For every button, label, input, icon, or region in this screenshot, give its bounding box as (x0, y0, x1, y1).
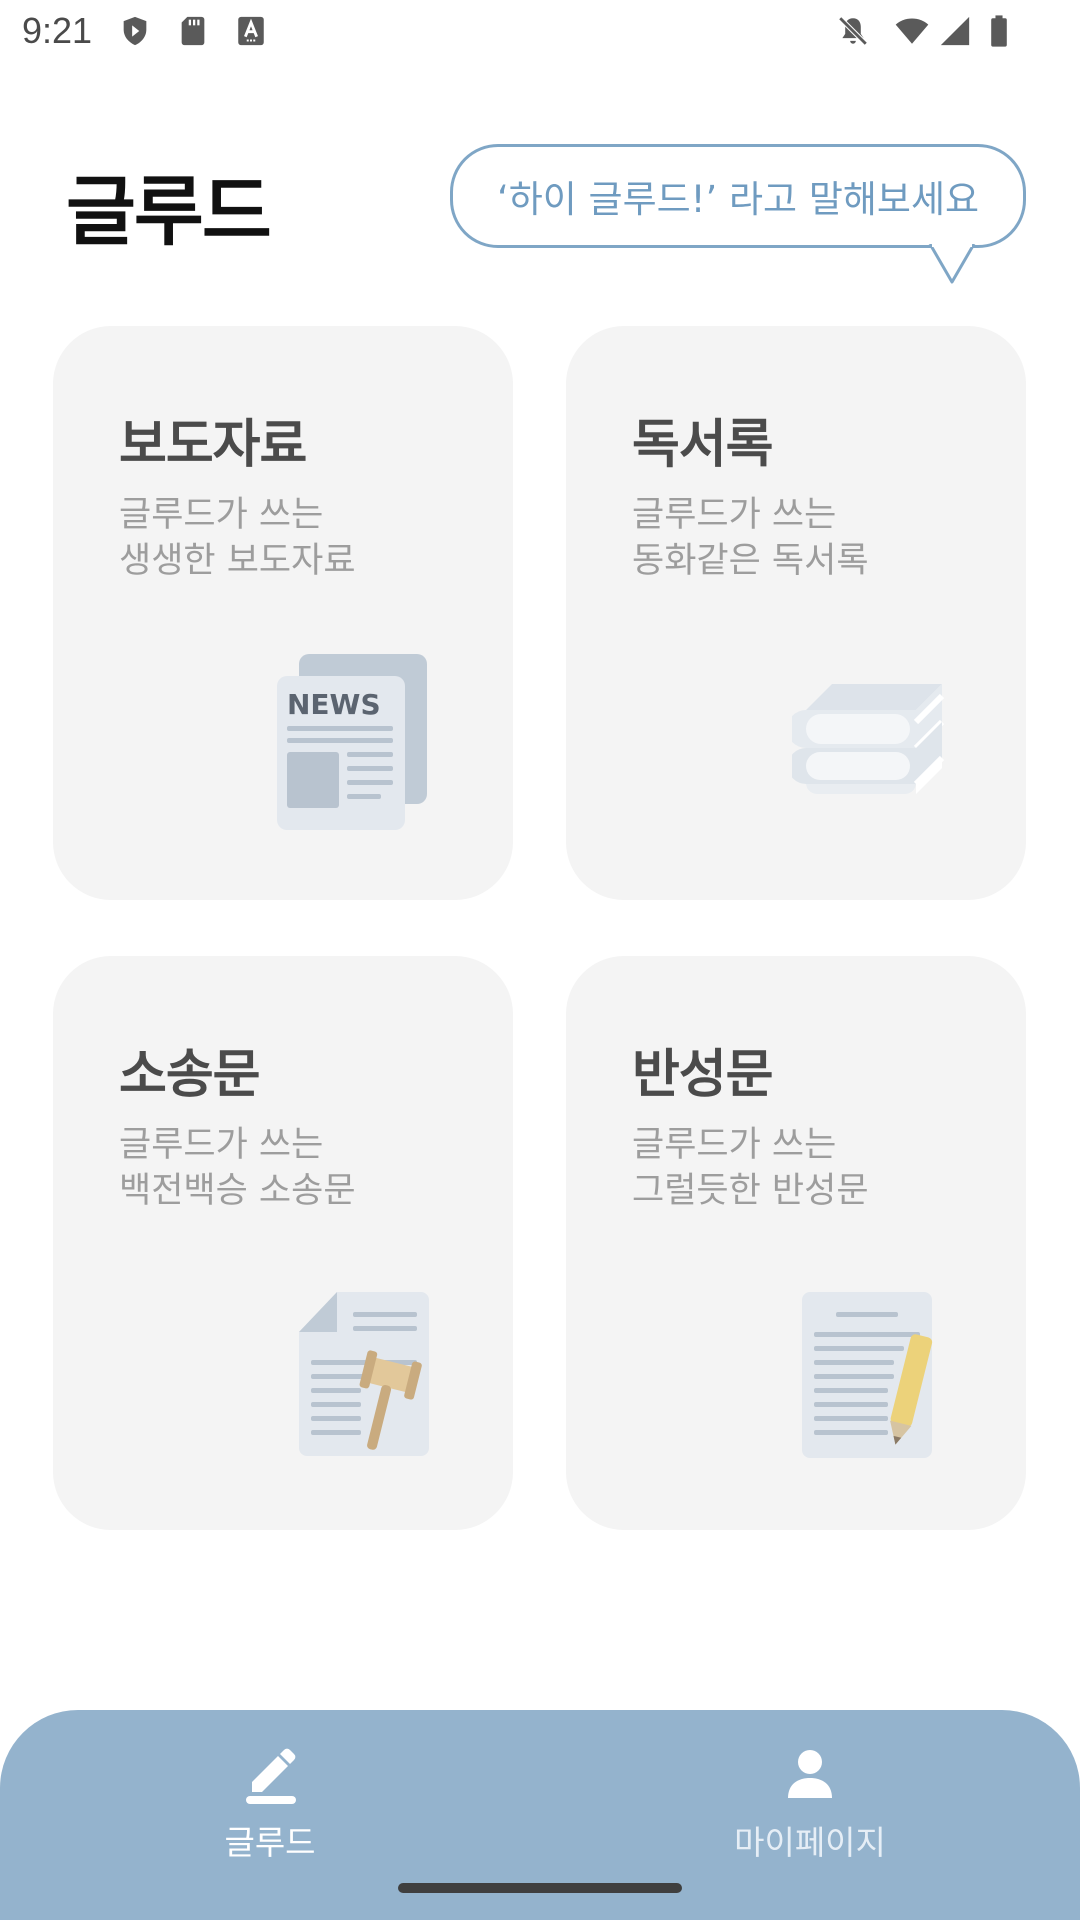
card-subtitle-line1: 글루드가 쓰는 (632, 495, 837, 535)
status-bar: 9:21 (0, 0, 1080, 64)
newspaper-icon: NEWS (275, 652, 435, 832)
sd-card-icon (176, 14, 210, 48)
card-subtitle-line1: 글루드가 쓰는 (119, 1125, 324, 1165)
voice-hint-text: ‘하이 글루드!’ 라고 말해보세요 (496, 178, 980, 221)
cellular-signal-icon (938, 14, 972, 48)
nav-label: 글루드 (224, 1823, 316, 1862)
home-indicator[interactable] (398, 1883, 682, 1893)
status-time: 9:21 (22, 10, 93, 51)
person-icon (780, 1744, 840, 1804)
wifi-icon (892, 14, 932, 48)
news-label: NEWS (287, 688, 381, 721)
card-book-report[interactable]: 독서록 글루드가 쓰는 동화같은 독서록 (566, 326, 1026, 900)
card-title: 반성문 (632, 1045, 774, 1105)
voice-hint-bubble: ‘하이 글루드!’ 라고 말해보세요 (450, 144, 1026, 248)
nav-label: 마이페이지 (734, 1823, 886, 1862)
card-title: 보도자료 (119, 415, 307, 475)
card-subtitle-line1: 글루드가 쓰는 (632, 1125, 837, 1165)
bubble-tail-icon (928, 244, 978, 286)
card-subtitle-line2: 동화같은 독서록 (632, 541, 869, 581)
document-pencil-icon (796, 1290, 956, 1470)
card-press-release[interactable]: 보도자료 글루드가 쓰는 생생한 보도자료 NEWS (53, 326, 513, 900)
document-gavel-icon (289, 1290, 449, 1470)
pencil-icon (240, 1744, 300, 1804)
card-lawsuit[interactable]: 소송문 글루드가 쓰는 백전백승 소송문 (53, 956, 513, 1530)
card-title: 독서록 (632, 415, 774, 475)
shield-icon (118, 14, 152, 48)
notifications-off-icon (836, 14, 870, 48)
text-a-icon (234, 14, 268, 48)
card-subtitle-line2: 생생한 보도자료 (119, 541, 356, 581)
page-title: 글루드 (66, 167, 272, 256)
bottom-navigation: 글루드 마이페이지 (0, 1710, 1080, 1920)
card-subtitle-line2: 백전백승 소송문 (119, 1171, 356, 1211)
books-icon (792, 662, 952, 842)
card-subtitle-line1: 글루드가 쓰는 (119, 495, 324, 535)
card-subtitle-line2: 그럴듯한 반성문 (632, 1171, 869, 1211)
card-apology-letter[interactable]: 반성문 글루드가 쓰는 그럴듯한 반성문 (566, 956, 1026, 1530)
nav-item-mypage[interactable]: 마이페이지 (660, 1734, 960, 1864)
card-title: 소송문 (119, 1045, 261, 1105)
battery-icon (982, 14, 1016, 48)
nav-item-glude[interactable]: 글루드 (120, 1734, 420, 1864)
